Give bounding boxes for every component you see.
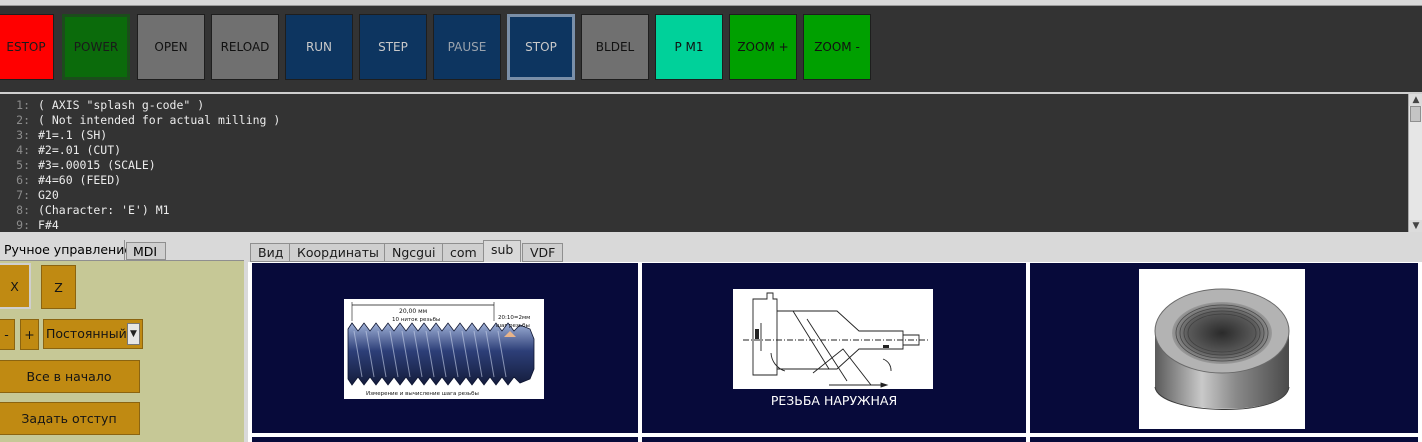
subroutine-thread-pitch[interactable]: 20,00 мм 10 ниток резьбы 20:10=2мм шаг р… [252,263,638,433]
home-all-button[interactable]: Все в начало [0,360,140,393]
subroutine-cell-row2[interactable] [252,437,638,442]
dim-pitch-label: шаг резьбы [496,323,530,329]
zoom-in-button[interactable]: ZOOM + [729,14,797,80]
tab-com[interactable]: com [442,243,485,262]
scroll-down-icon[interactable]: ▼ [1409,220,1422,232]
external-thread-caption: РЕЗЬБА НАРУЖНАЯ [770,393,898,408]
subroutine-external-thread[interactable]: РЕЗЬБА НАРУЖНАЯ [642,263,1026,433]
jog-minus-button[interactable]: - [0,319,15,350]
gcode-line: 2:( Not intended for actual milling ) [16,113,281,127]
subroutine-internal-thread[interactable] [1030,263,1418,433]
tab-coordinates[interactable]: Координаты [289,243,387,262]
chevron-down-icon[interactable]: ▼ [127,323,140,345]
tab-ngcgui[interactable]: Ngcgui [384,243,444,262]
threaded-coupling-image [1139,269,1305,429]
gcode-line: 1:( AXIS "splash g-code" ) [16,98,205,112]
dim-total-label: 20,00 мм [399,308,427,315]
scroll-thumb[interactable] [1410,106,1421,122]
tab-manual-control[interactable]: Ручное управление [0,240,132,260]
pause-button[interactable]: PAUSE [433,14,501,80]
axis-x-button[interactable]: X [0,263,31,309]
estop-button[interactable]: ESTOP [0,14,54,80]
gcode-line: 4: #2=.01 (CUT) [16,143,122,157]
block-delete-button[interactable]: BLDEL [581,14,649,80]
subroutine-cell-row2[interactable] [642,437,1026,442]
scroll-up-icon[interactable]: ▲ [1409,94,1422,106]
tab-mdi[interactable]: MDI [126,242,166,260]
tab-vdf[interactable]: VDF [522,243,564,262]
run-button[interactable]: RUN [285,14,353,80]
open-button[interactable]: OPEN [137,14,205,80]
manual-control-body: X Z - + Постоянный ▼ Все в начало Задать… [0,260,244,442]
jog-mode-value: Постоянный [46,326,127,341]
subroutine-cell-row2[interactable] [1030,437,1418,442]
axis-z-button[interactable]: Z [41,265,76,309]
dim-ratio-label: 20:10=2мм [498,315,530,321]
stop-button[interactable]: STOP [507,14,575,80]
gcode-line: 3: #1=.1 (SH) [16,128,108,142]
tab-sub[interactable]: sub [483,240,522,262]
thread-pitch-image: 20,00 мм 10 ниток резьбы 20:10=2мм шаг р… [344,299,544,399]
power-button[interactable]: POWER [62,14,130,80]
manual-control-panel: Ручное управление MDI X Z - + Постоянный… [0,240,244,442]
reload-button[interactable]: RELOAD [211,14,279,80]
gcode-line: 6: #4=60 (FEED) [16,173,122,187]
thread-caption-label: Измерение и вычисление шага резьбы [366,391,479,397]
gcode-viewer[interactable]: 1:( AXIS "splash g-code" ) 2:( Not inten… [0,92,1422,232]
tab-view[interactable]: Вид [250,243,292,262]
jog-plus-button[interactable]: + [20,319,39,350]
right-notebook: Вид Координаты Ngcgui com sub VDF 20,00 … [248,240,1422,442]
gcode-scrollbar[interactable]: ▲ ▼ [1408,94,1422,232]
gcode-line: 5: #3=.00015 (SCALE) [16,158,156,172]
dim-count-label: 10 ниток резьбы [392,317,440,323]
gcode-line: 7: G20 [16,188,59,202]
gcode-line: 9: F#4 [16,218,59,232]
lathe-thread-diagram [733,289,933,389]
optional-stop-button[interactable]: P M1 [655,14,723,80]
gcode-line: 8: (Character: 'E') M1 [16,203,170,217]
linuxcnc-window: ESTOP POWER OPEN RELOAD RUN STEP PAUSE S… [0,0,1422,442]
jog-mode-select[interactable]: Постоянный ▼ [43,319,143,349]
sub-tab-grid: 20,00 мм 10 ниток резьбы 20:10=2мм шаг р… [248,262,1422,442]
step-button[interactable]: STEP [359,14,427,80]
toolbar: ESTOP POWER OPEN RELOAD RUN STEP PAUSE S… [0,6,1422,92]
zoom-out-button[interactable]: ZOOM - [803,14,871,80]
set-offset-button[interactable]: Задать отступ [0,402,140,435]
